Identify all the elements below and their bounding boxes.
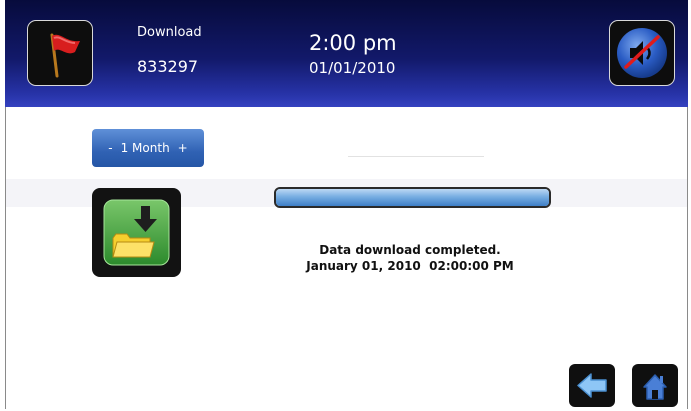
speaker-muted-icon	[617, 28, 667, 78]
serial-number: 833297	[137, 57, 199, 76]
mute-button[interactable]	[609, 20, 675, 86]
status-message: Data download completed. January 01, 201…	[290, 242, 530, 274]
home-icon	[643, 374, 667, 400]
period-selector[interactable]: - 1 Month +	[92, 129, 204, 167]
status-line-2: January 01, 2010 02:00:00 PM	[306, 259, 514, 273]
period-label: 1 Month	[120, 141, 170, 155]
period-increase[interactable]: +	[178, 141, 188, 155]
back-arrow-icon	[577, 373, 607, 398]
clock-time: 2:00 pm	[309, 31, 397, 55]
download-progress-bar	[274, 187, 551, 208]
folder-download-icon	[103, 199, 170, 266]
flag-button[interactable]	[27, 20, 93, 86]
page-title: Download	[137, 25, 202, 40]
download-tile[interactable]	[92, 188, 181, 277]
clock-date: 01/01/2010	[309, 59, 396, 77]
progress-fill	[276, 189, 549, 206]
back-button[interactable]	[569, 364, 615, 407]
home-button[interactable]	[632, 364, 678, 407]
red-flag-icon	[50, 33, 80, 78]
divider	[348, 156, 484, 157]
period-decrease[interactable]: -	[108, 141, 112, 155]
status-line-1: Data download completed.	[319, 243, 501, 257]
